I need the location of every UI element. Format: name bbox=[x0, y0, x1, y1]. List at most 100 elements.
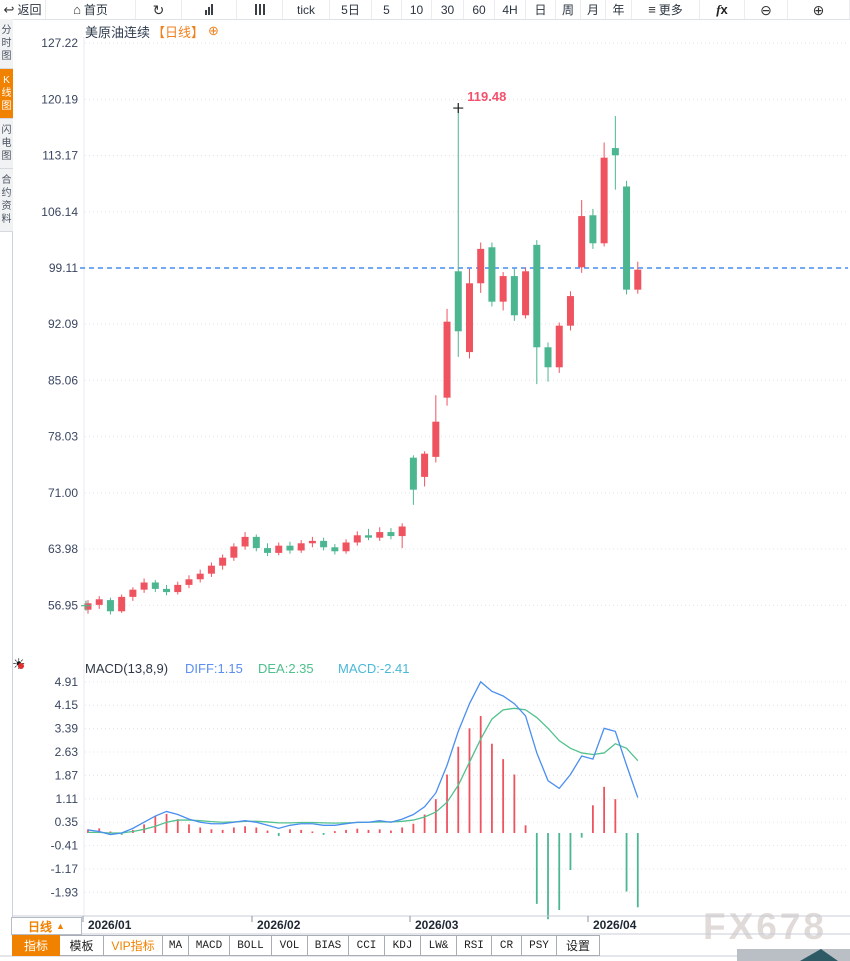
trading-app: 127.22120.19113.17106.1499.1192.0985.067… bbox=[0, 0, 850, 961]
y-axis-label: -1.17 bbox=[51, 862, 79, 876]
x-axis-label: 2026/04 bbox=[593, 918, 637, 932]
toolbar-button-m10[interactable]: 10 bbox=[402, 0, 432, 19]
toolbar-label: 4H bbox=[502, 3, 517, 17]
toolbar-button-5d[interactable]: 5日 bbox=[330, 0, 372, 19]
toolbar-button-back[interactable]: ↩返回 bbox=[0, 0, 46, 19]
x-axis-label: 2026/03 bbox=[415, 918, 459, 932]
sliders-icon bbox=[255, 4, 265, 15]
period-tag: 【日线】 bbox=[152, 22, 204, 41]
sidebar-tab-合约资料[interactable]: 合约资料 bbox=[0, 169, 13, 232]
toolbar-label: 更多 bbox=[659, 1, 683, 18]
indicator-toolbar: 指标模板VIP指标MAMACDBOLLVOLBIASCCIKDJLW&RSICR… bbox=[12, 935, 600, 956]
y-axis-label: 85.06 bbox=[48, 373, 78, 387]
toolbar-label: tick bbox=[297, 3, 315, 17]
toolbar-label: 60 bbox=[472, 3, 485, 17]
indicator-button-CR[interactable]: CR bbox=[492, 935, 522, 956]
toolbar-label: 月 bbox=[587, 1, 599, 18]
toolbar-button-m60[interactable]: 60 bbox=[464, 0, 495, 19]
top-toolbar: ↩返回⌂首页↻tick5日51030604H日周月年≡更多fx⊖⊕ bbox=[0, 0, 850, 20]
home-icon: ⌂ bbox=[73, 3, 81, 16]
more-icon: ≡ bbox=[648, 3, 656, 16]
toolbar-label: 年 bbox=[612, 1, 624, 18]
toolbar-button-week[interactable]: 周 bbox=[556, 0, 581, 19]
period-selector[interactable]: 日线 ▲ bbox=[11, 917, 82, 935]
zoom-in-icon: ⊕ bbox=[813, 3, 825, 17]
y-axis-label: 92.09 bbox=[48, 317, 78, 331]
chart-type-sidebar: 分时图K线图闪电图合约资料 bbox=[0, 19, 13, 935]
zoom-out-icon: ⊖ bbox=[760, 3, 772, 17]
toolbar-label: 30 bbox=[441, 3, 454, 17]
indicator-button-VIP指标[interactable]: VIP指标 bbox=[104, 935, 163, 956]
y-axis-label: 71.00 bbox=[48, 486, 78, 500]
indicator-button-MA[interactable]: MA bbox=[163, 935, 189, 956]
macd-value-label: MACD:-2.41 bbox=[338, 661, 410, 676]
macd-params-label: MACD(13,8,9) bbox=[85, 661, 168, 676]
triangle-up-icon: ▲ bbox=[56, 921, 65, 931]
indicator-button-设置[interactable]: 设置 bbox=[557, 935, 600, 956]
back-icon: ↩ bbox=[4, 3, 15, 16]
y-axis-label: 1.11 bbox=[56, 792, 79, 806]
y-axis-label: 99.11 bbox=[49, 261, 78, 275]
indicator-button-LW&[interactable]: LW& bbox=[421, 935, 457, 956]
price-macd-chart: 127.22120.19113.17106.1499.1192.0985.067… bbox=[0, 0, 850, 961]
macd-header: MACD(13,8,9) DIFF:1.15 DEA:2.35 MACD:-2.… bbox=[0, 661, 850, 677]
toolbar-button-refresh[interactable]: ↻ bbox=[136, 0, 182, 19]
sidebar-tab-K线图[interactable]: K线图 bbox=[0, 69, 13, 119]
y-axis-label: 63.98 bbox=[48, 542, 78, 556]
toolbar-button-m5[interactable]: 5 bbox=[372, 0, 402, 19]
toolbar-label: 5日 bbox=[341, 1, 360, 18]
toolbar-button-chart-type[interactable] bbox=[182, 0, 237, 19]
fx-icon: fx bbox=[716, 2, 728, 18]
indicator-button-MACD[interactable]: MACD bbox=[189, 935, 230, 956]
sidebar-tab-分时图[interactable]: 分时图 bbox=[0, 19, 13, 69]
toolbar-button-tick[interactable]: tick bbox=[283, 0, 330, 19]
period-label: 日线 bbox=[28, 918, 52, 935]
y-axis-label: -1.93 bbox=[51, 885, 79, 899]
symbol-name: 美原油连续 bbox=[85, 22, 150, 41]
toolbar-button-year[interactable]: 年 bbox=[606, 0, 632, 19]
sidebar-tab-闪电图[interactable]: 闪电图 bbox=[0, 119, 13, 169]
toolbar-button-fx[interactable]: fx bbox=[700, 0, 745, 19]
y-axis-label: -0.41 bbox=[51, 839, 79, 853]
dea-value-label: DEA:2.35 bbox=[258, 661, 314, 676]
bar-chart-icon bbox=[205, 4, 213, 15]
toolbar-label: 5 bbox=[383, 3, 390, 17]
y-axis-label: 1.87 bbox=[55, 768, 79, 782]
add-indicator-icon[interactable]: ⊕ bbox=[208, 23, 219, 39]
chart-canvas[interactable] bbox=[85, 36, 848, 916]
toolbar-button-m30[interactable]: 30 bbox=[432, 0, 464, 19]
indicator-button-KDJ[interactable]: KDJ bbox=[385, 935, 421, 956]
x-axis-label: 2026/01 bbox=[88, 918, 132, 932]
scroll-arrow-icon[interactable] bbox=[800, 949, 838, 961]
indicator-button-模板[interactable]: 模板 bbox=[60, 935, 104, 956]
y-axis-label: 106.14 bbox=[41, 205, 78, 219]
toolbar-label: 10 bbox=[410, 3, 423, 17]
indicator-button-VOL[interactable]: VOL bbox=[272, 935, 308, 956]
chart-title-row: 美原油连续 【日线】 ⊕ bbox=[85, 22, 219, 40]
indicator-button-PSY[interactable]: PSY bbox=[522, 935, 557, 956]
indicator-button-CCI[interactable]: CCI bbox=[349, 935, 385, 956]
toolbar-button-zoom-out[interactable]: ⊖ bbox=[745, 0, 788, 19]
toolbar-button-zoom-in[interactable]: ⊕ bbox=[788, 0, 850, 19]
indicator-button-BOLL[interactable]: BOLL bbox=[230, 935, 272, 956]
y-axis-label: 120.19 bbox=[41, 92, 78, 106]
indicator-settings-icon[interactable]: ☀ bbox=[11, 655, 31, 675]
x-axis-label: 2026/02 bbox=[257, 918, 301, 932]
toolbar-button-h4[interactable]: 4H bbox=[495, 0, 526, 19]
toolbar-button-home[interactable]: ⌂首页 bbox=[46, 0, 136, 19]
indicator-button-BIAS[interactable]: BIAS bbox=[308, 935, 349, 956]
toolbar-label: 返回 bbox=[17, 1, 41, 18]
y-axis-label: 2.63 bbox=[55, 745, 79, 759]
toolbar-button-indicator[interactable] bbox=[237, 0, 283, 19]
indicator-button-RSI[interactable]: RSI bbox=[457, 935, 492, 956]
refresh-icon: ↻ bbox=[153, 3, 165, 17]
diff-value-label: DIFF:1.15 bbox=[185, 661, 243, 676]
y-axis-label: 113.17 bbox=[42, 149, 78, 163]
y-axis-label: 56.95 bbox=[48, 598, 78, 612]
toolbar-button-month[interactable]: 月 bbox=[581, 0, 606, 19]
horizontal-scrollbar[interactable] bbox=[737, 949, 850, 961]
indicator-button-指标[interactable]: 指标 bbox=[12, 935, 60, 956]
toolbar-label: 首页 bbox=[84, 1, 108, 18]
toolbar-button-day[interactable]: 日 bbox=[526, 0, 556, 19]
toolbar-button-more[interactable]: ≡更多 bbox=[632, 0, 700, 19]
